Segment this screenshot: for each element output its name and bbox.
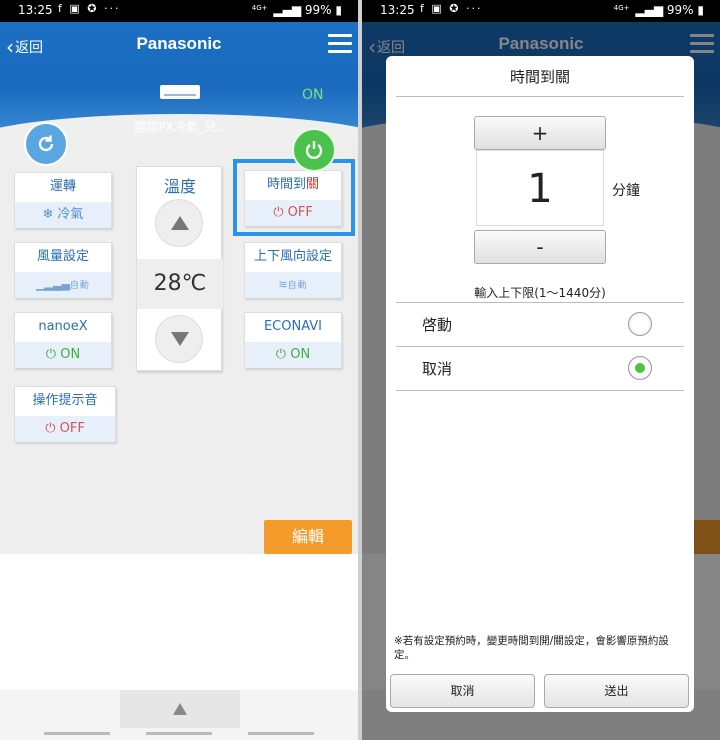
nanoe-tile[interactable]: nanoeX ⏻ ON xyxy=(14,312,112,368)
nav-indicator xyxy=(44,732,110,735)
option-enable[interactable]: 啓動 xyxy=(396,302,684,346)
expand-button[interactable] xyxy=(120,690,240,728)
dialog-footnote: ※若有設定預約時，變更時間到開/關設定，會影響原預約設定。 xyxy=(394,635,669,661)
operation-sound-value: OFF xyxy=(59,421,85,436)
brand-logo: Panasonic xyxy=(136,34,222,53)
network-type-icon: 4G+ xyxy=(251,4,268,12)
bottom-bar xyxy=(0,690,358,740)
air-conditioner-icon xyxy=(160,85,200,99)
temperature-value: 28℃ xyxy=(137,259,223,309)
vane-direction-label: 上下風向設定 xyxy=(253,249,332,264)
battery-level: 99% xyxy=(666,3,694,17)
notification-icons: f ▣ ✪ ··· xyxy=(420,2,483,15)
operation-sound-label: 操作提示音 xyxy=(32,393,98,408)
refresh-icon xyxy=(38,135,54,152)
operation-mode-label: 運轉 xyxy=(49,179,76,194)
triangle-up-icon xyxy=(171,216,189,230)
temperature-label: 溫度 xyxy=(163,177,196,196)
option-cancel[interactable]: 取消 xyxy=(396,346,684,390)
radio-enable[interactable] xyxy=(628,312,652,336)
operation-mode-tile[interactable]: 運轉 ❄ 冷氣 xyxy=(14,172,112,228)
dialog-title: 時間到關 xyxy=(509,68,570,86)
edit-button[interactable]: 編輯 xyxy=(264,520,352,554)
fan-speed-label: 風量設定 xyxy=(36,249,89,264)
operation-sound-tile[interactable]: 操作提示音 ⏻ OFF xyxy=(14,386,116,442)
battery-level: 99% xyxy=(304,3,332,17)
battery-icon: ▮ xyxy=(335,3,342,17)
selection-highlight xyxy=(233,159,355,236)
radio-cancel[interactable] xyxy=(628,356,652,380)
fan-bars-icon: ▁▂▃▄ xyxy=(36,278,70,291)
remote-control-screen: 13:25 f ▣ ✪ ··· 4G+ ▂▄▆ 99% ▮ ‹返回 Panaso… xyxy=(0,0,358,740)
control-grid: 運轉 ❄ 冷氣 風量設定 ▁▂▃▄自動 nanoeX ⏻ ON 操作提示音 ⏻ … xyxy=(0,142,358,554)
decrement-button[interactable]: - xyxy=(474,230,606,264)
range-hint: 輸入上下限(1〜1440分) xyxy=(474,286,606,300)
battery-icon: ▮ xyxy=(697,3,704,17)
submit-button[interactable]: 送出 xyxy=(544,674,689,708)
option-cancel-label: 取消 xyxy=(422,360,453,378)
triangle-down-icon xyxy=(171,332,189,346)
option-enable-label: 啓動 xyxy=(422,316,453,334)
nanoe-value: ON xyxy=(60,347,81,362)
option-divider xyxy=(396,390,684,391)
hamburger-menu-icon[interactable] xyxy=(328,34,352,54)
econavi-value: ON xyxy=(290,347,311,362)
minutes-input[interactable]: 1 xyxy=(476,150,604,226)
power-button[interactable] xyxy=(292,128,336,172)
app-header: ‹返回 Panasonic 國際PX冷氣_兒.. ON xyxy=(0,22,358,194)
status-bar: 13:25 f ▣ ✪ ··· 4G+ ▂▄▆ 99% ▮ xyxy=(362,0,720,22)
vane-direction-tile[interactable]: 上下風向設定 ≋自動 xyxy=(244,242,342,298)
unit-label: 分鐘 xyxy=(612,183,640,199)
signal-icon: ▂▄▆ xyxy=(273,3,302,17)
fan-speed-tile[interactable]: 風量設定 ▁▂▃▄自動 xyxy=(14,242,112,298)
off-timer-dialog: 時間到關 + 1 分鐘 - 輸入上下限(1〜1440分) 啓動 取消 ※若有設定… xyxy=(386,56,694,712)
power-small-icon: ⏻ xyxy=(45,421,60,436)
refresh-button[interactable] xyxy=(24,122,68,166)
status-bar: 13:25 f ▣ ✪ ··· 4G+ ▂▄▆ 99% ▮ xyxy=(0,0,358,22)
signal-icon: ▂▄▆ xyxy=(635,3,664,17)
power-small-icon: ⏻ xyxy=(275,347,291,362)
triangle-up-icon xyxy=(173,703,187,715)
fan-speed-value: 自動 xyxy=(69,281,90,291)
status-time: 13:25 xyxy=(18,3,53,17)
econavi-label: ECONAVI xyxy=(263,319,323,334)
network-type-icon: 4G+ xyxy=(613,4,630,12)
vane-direction-value: 自動 xyxy=(287,281,308,291)
vane-icon: ≋ xyxy=(278,278,288,291)
increment-button[interactable]: + xyxy=(474,116,606,150)
status-right: 4G+ ▂▄▆ 99% ▮ xyxy=(252,3,342,17)
power-state-label: ON xyxy=(302,87,324,103)
power-icon xyxy=(305,141,323,159)
nav-indicator xyxy=(248,732,314,735)
status-right: 4G+ ▂▄▆ 99% ▮ xyxy=(614,3,704,17)
notification-icons: f ▣ ✪ ··· xyxy=(58,2,121,15)
econavi-tile[interactable]: ECONAVI ⏻ ON xyxy=(244,312,342,368)
cancel-button[interactable]: 取消 xyxy=(390,674,535,708)
power-small-icon: ⏻ xyxy=(45,347,61,362)
temp-down-button[interactable] xyxy=(155,315,203,363)
temperature-control: 溫度 28℃ xyxy=(136,166,223,371)
timer-dialog-screen: 13:25 f ▣ ✪ ··· 4G+ ▂▄▆ 99% ▮ ‹返回 Panaso… xyxy=(362,0,720,740)
nav-indicator xyxy=(146,732,212,735)
title-divider xyxy=(396,96,684,97)
status-time: 13:25 xyxy=(380,3,415,17)
operation-mode-value: ❄ 冷氣 xyxy=(15,202,111,228)
nanoe-label: nanoeX xyxy=(38,319,88,334)
temp-up-button[interactable] xyxy=(155,199,203,247)
